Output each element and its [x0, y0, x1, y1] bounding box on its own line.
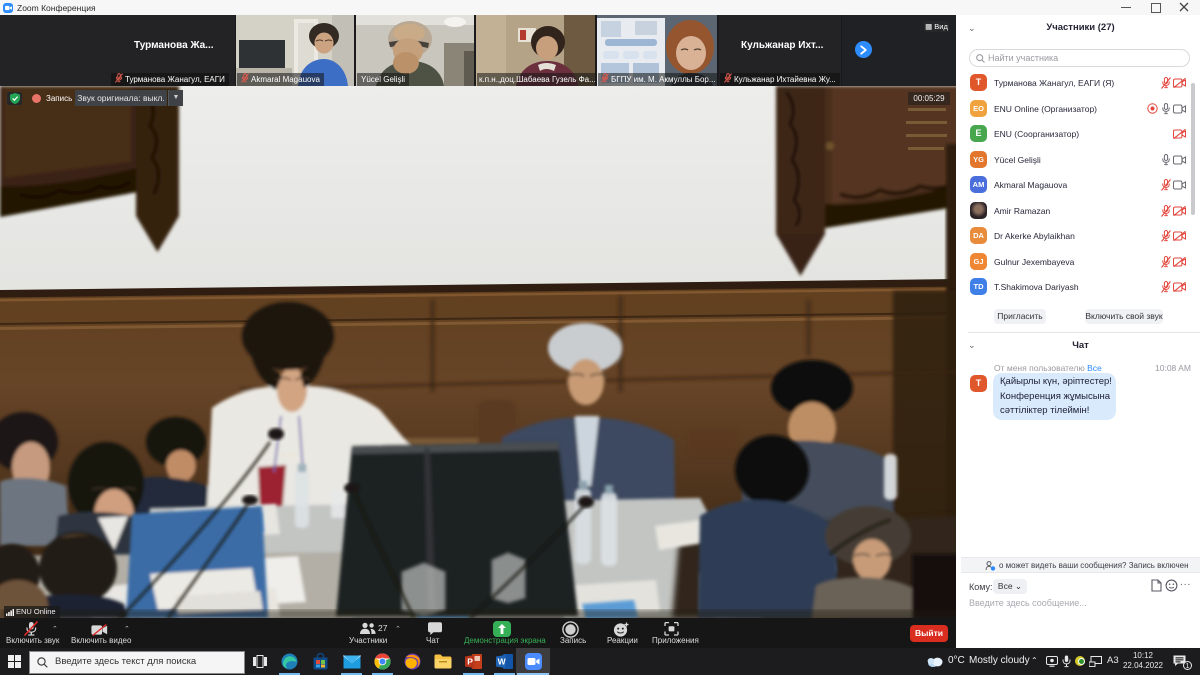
svg-text:W: W: [498, 657, 507, 667]
svg-text:P: P: [467, 657, 473, 667]
